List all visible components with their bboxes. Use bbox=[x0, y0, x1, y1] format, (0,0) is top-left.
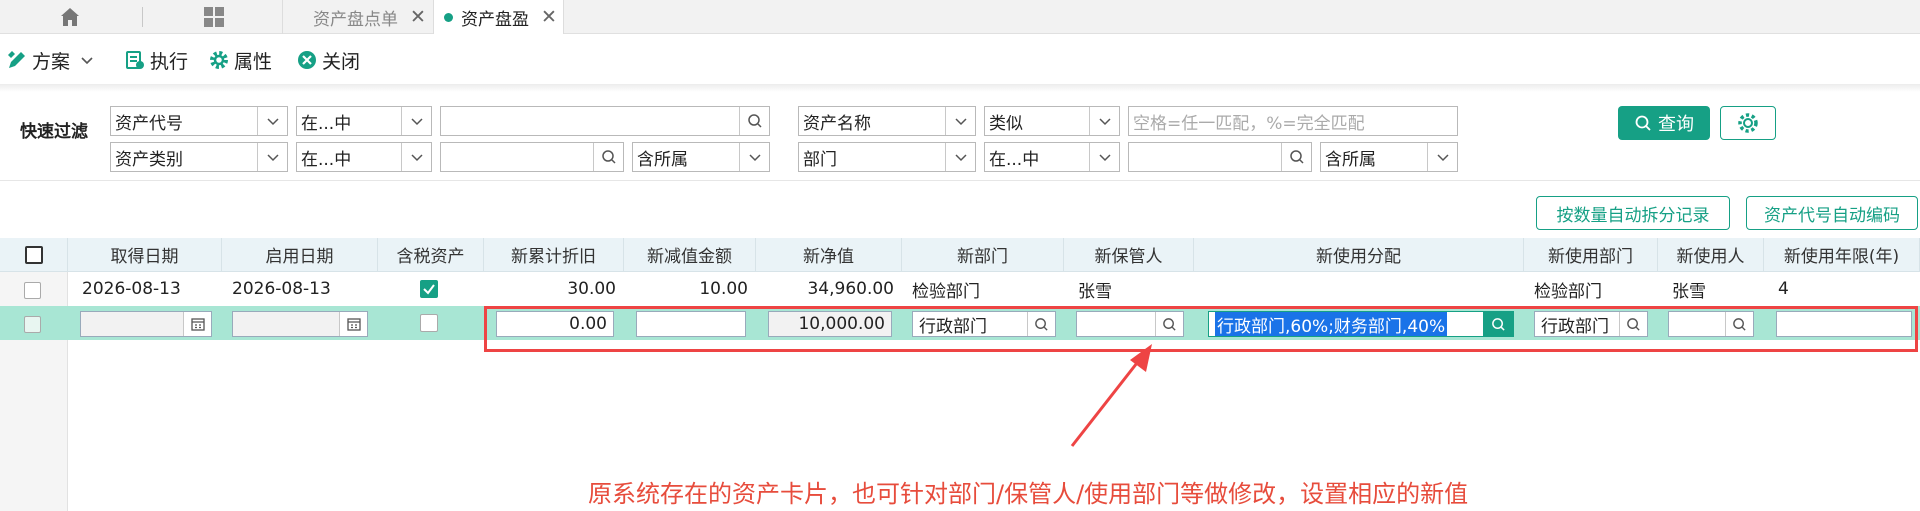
annotation-arrow bbox=[1070, 344, 1152, 447]
annotation-text: 原系统存在的资产卡片，也可针对部门/保管人/使用部门等做修改，设置相应的新值 bbox=[588, 480, 1469, 508]
